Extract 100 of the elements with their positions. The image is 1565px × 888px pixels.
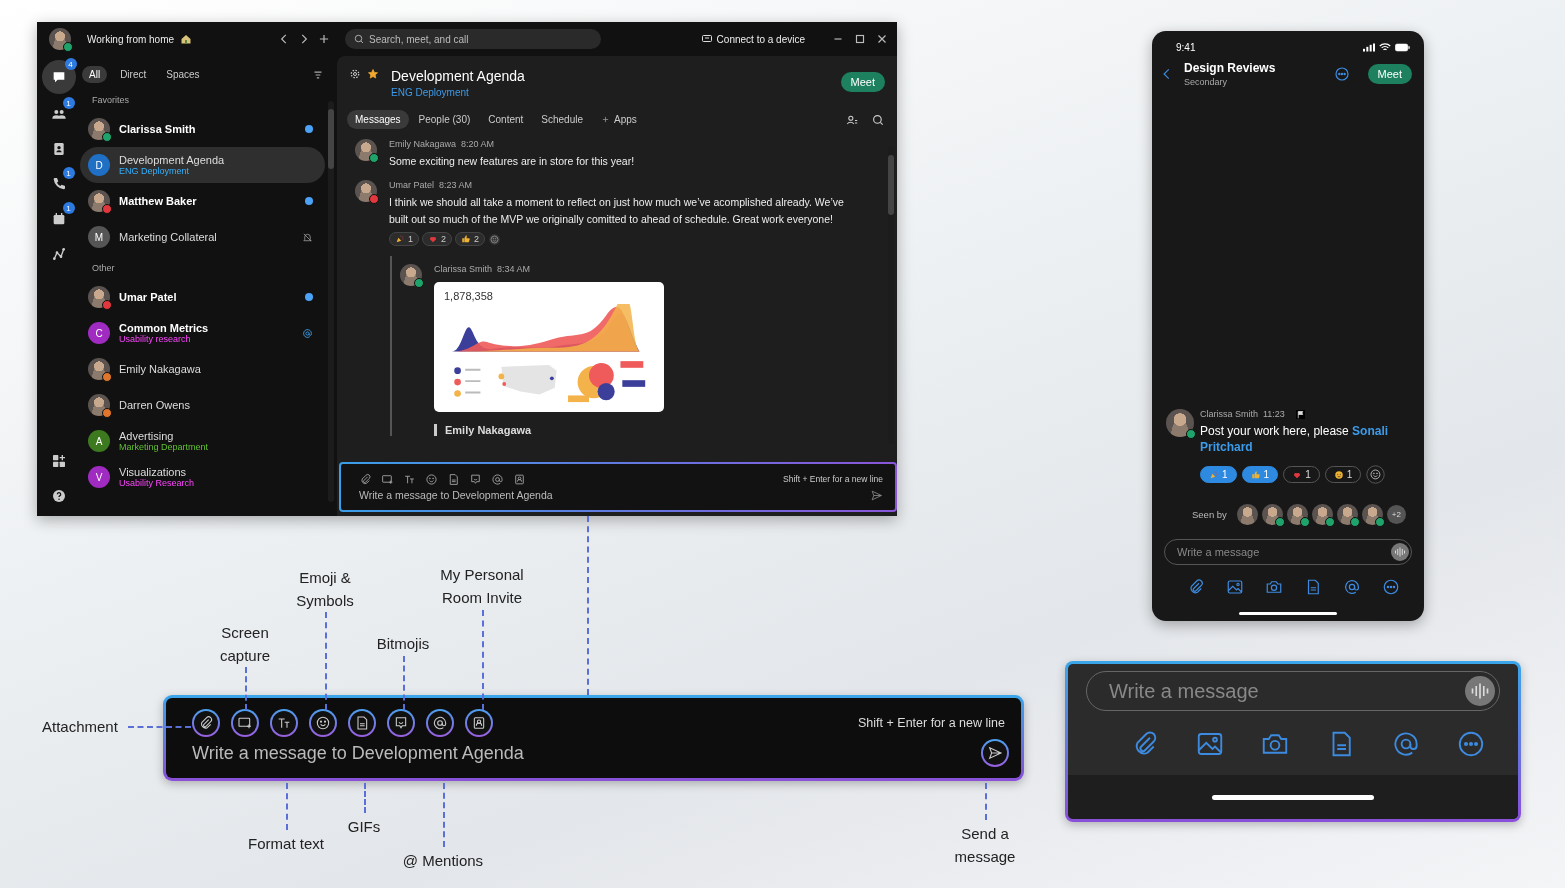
space-subtitle: Marketing Department — [119, 442, 210, 452]
add-reaction-icon[interactable] — [1366, 465, 1386, 484]
meet-button[interactable]: Meet — [840, 72, 885, 92]
smiley-icon — [315, 715, 331, 731]
space-list-item[interactable]: M Marketing Collateral — [80, 219, 325, 255]
reaction-button[interactable]: 2 — [422, 232, 453, 246]
rail-button[interactable]: 4 — [41, 60, 76, 94]
space-list-item[interactable]: Darren Owens — [80, 387, 325, 423]
space-list-item[interactable]: Emily Nakagawa — [80, 351, 325, 387]
format-text-button[interactable] — [270, 709, 298, 737]
annotation-label: My Personal Room Invite — [439, 565, 525, 608]
more-icon[interactable] — [1333, 66, 1350, 82]
filter-tab[interactable]: All — [82, 66, 108, 83]
message-field[interactable]: Write a message — [1086, 671, 1500, 711]
maximize-icon[interactable] — [853, 32, 867, 46]
message-field[interactable]: Write a message — [1164, 539, 1412, 565]
rail-button[interactable]: 1 — [43, 204, 74, 234]
leader-line — [403, 656, 405, 710]
leader-line — [286, 783, 288, 830]
smiley-icon[interactable] — [425, 472, 438, 486]
attach-button[interactable] — [192, 709, 220, 737]
reaction-button[interactable]: 2 — [455, 232, 486, 246]
smiley-bubble-icon[interactable] — [469, 472, 482, 486]
screen-icon — [700, 33, 713, 45]
room-invite-button[interactable] — [465, 709, 493, 737]
at-sign-icon[interactable] — [491, 472, 504, 486]
voice-icon[interactable] — [1391, 543, 1409, 561]
mention-button[interactable] — [426, 709, 454, 737]
message-input[interactable]: Write a message to Development Agenda — [192, 742, 970, 764]
image-attachment[interactable]: 1,878,358 — [434, 282, 664, 412]
image-icon[interactable] — [1225, 578, 1244, 596]
space-list-item[interactable]: C Common Metrics Usability research — [80, 315, 325, 351]
send-icon[interactable] — [870, 488, 883, 502]
annotation-label: GIFs — [346, 817, 382, 837]
apps-icon[interactable] — [50, 453, 67, 469]
author-name: Emily Nakagawa — [389, 139, 457, 149]
voice-icon[interactable] — [1465, 676, 1495, 706]
timestamp: 8:34 AM — [497, 264, 531, 274]
avatar-initial: A — [88, 430, 110, 452]
tab[interactable]: People (30) — [410, 110, 479, 129]
flag-icon[interactable] — [1295, 409, 1305, 419]
message-input[interactable]: Write a message to Development Agenda — [359, 489, 861, 501]
screen-plus-icon[interactable] — [381, 472, 394, 486]
search-field[interactable]: Search, meet, and call — [345, 29, 601, 49]
filter-tab[interactable]: Spaces — [159, 66, 207, 83]
shortcut-hint: Shift + Enter for a new line — [783, 474, 883, 484]
status-text[interactable]: Working from home — [87, 33, 175, 45]
camera-icon[interactable] — [1264, 578, 1283, 596]
gif-file-icon[interactable] — [447, 472, 460, 486]
space-list-item[interactable]: Clarissa Smith — [80, 111, 325, 147]
gif-file-icon — [354, 715, 370, 731]
avatar — [400, 264, 422, 286]
settings-icon[interactable] — [349, 68, 361, 80]
add-reaction-icon[interactable] — [488, 232, 502, 246]
paperclip-icon[interactable] — [359, 472, 372, 486]
author-name: Umar Patel — [389, 180, 434, 190]
space-list-item[interactable]: D Development Agenda ENG Deployment — [80, 147, 325, 183]
rail-button[interactable]: 1 — [43, 99, 74, 129]
tab[interactable]: Messages — [347, 110, 409, 129]
plus-icon[interactable] — [317, 32, 331, 46]
gif-button[interactable] — [348, 709, 376, 737]
avatar[interactable] — [49, 28, 71, 50]
filter-tab[interactable]: Direct — [113, 66, 154, 83]
send-icon — [987, 745, 1003, 761]
more-count[interactable]: +2 — [1386, 505, 1406, 524]
contact-card-icon — [471, 715, 487, 731]
avatar — [355, 139, 377, 161]
signal-icon — [1363, 43, 1375, 52]
search-icon[interactable] — [871, 112, 885, 127]
rail-button[interactable]: 1 — [43, 169, 74, 199]
star-icon[interactable] — [367, 68, 379, 80]
leader-line — [128, 726, 191, 728]
send-button[interactable] — [981, 739, 1009, 767]
count-badge: 1 — [62, 167, 75, 179]
emoji-button[interactable] — [309, 709, 337, 737]
contact-card-icon[interactable] — [513, 472, 526, 486]
reaction-button[interactable]: 1 — [389, 232, 419, 246]
space-name: Visualizations — [119, 466, 188, 478]
reaction-button[interactable]: 1 — [1200, 466, 1237, 483]
space-list-item[interactable]: V Visualizations Usability Research — [80, 459, 325, 495]
quoted-author: Emily Nakagawa — [434, 424, 664, 436]
space-name: Clarissa Smith — [119, 123, 197, 135]
space-subtitle[interactable]: ENG Deployment — [391, 87, 525, 98]
help-icon[interactable] — [50, 488, 67, 504]
thumbs-up-icon — [1250, 469, 1261, 480]
connect-device-button[interactable]: Connect to a device — [696, 31, 809, 47]
sticker-button[interactable] — [387, 709, 415, 737]
screen-capture-button[interactable] — [231, 709, 259, 737]
figure-number: 1,878,358 — [444, 290, 494, 302]
space-list-item[interactable]: A Advertising Marketing Department — [80, 423, 325, 459]
space-list-item[interactable]: Umar Patel — [80, 279, 325, 315]
tab[interactable]: Apps — [593, 110, 645, 129]
space-list-item[interactable]: Matthew Baker — [80, 183, 325, 219]
meet-button[interactable]: Meet — [1367, 64, 1412, 84]
scrollbar[interactable] — [328, 101, 334, 502]
tab[interactable]: Schedule — [533, 110, 591, 129]
reaction-button[interactable]: 1 — [1241, 466, 1279, 483]
more-icon[interactable] — [1381, 578, 1400, 596]
at-sign-icon[interactable] — [1342, 578, 1361, 596]
tab[interactable]: Content — [480, 110, 532, 129]
